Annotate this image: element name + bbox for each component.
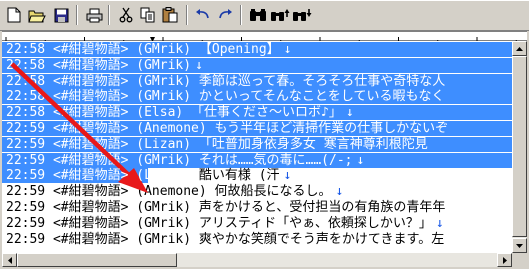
log-line[interactable]: 22:59 <#紺碧物語> (GMrik) 声をかけると、受付担当の有角族の青年…: [2, 200, 445, 215]
paste-button[interactable]: [160, 6, 180, 24]
toolbar-separator: [186, 5, 188, 25]
log-line-text: 22:58 <#紺碧物語> (GMrik) かといってそんなことをしている暇もな…: [6, 89, 445, 105]
log-line-text: 22:58 <#紺碧物語> (GMrik) 季節は巡って春。そろそろ仕事や奇特な…: [6, 73, 446, 89]
line-end-marker: ↓: [283, 42, 292, 57]
copy-icon: [140, 7, 155, 23]
horizontal-scrollbar[interactable]: [2, 253, 512, 267]
print-button[interactable]: [84, 6, 104, 24]
log-line[interactable]: 22:58 <#紺碧物語> (GMrik) 【Opening】 ↓: [2, 42, 512, 57]
log-line-text: 22:59 <#紺碧物語> (GMrik) 爽やかな笑顔でそう声をかけてきます。…: [6, 231, 445, 247]
paste-icon: [162, 7, 178, 23]
log-line-text: 22:59 <#紺碧物語> (GMrik) 声をかけると、受付担当の有角族の青年…: [6, 200, 446, 215]
horizontal-scroll-thumb[interactable]: [17, 253, 177, 267]
cut-button[interactable]: [116, 6, 136, 24]
toolbar-separator: [76, 5, 78, 25]
scrollbar-corner: [512, 253, 527, 267]
find-prev-button[interactable]: [292, 6, 312, 24]
scissors-icon: [119, 7, 133, 23]
log-line[interactable]: 22:58 <#紺碧物語> (Elsa) 「仕事くださ～いロボ♪」 ↓: [2, 105, 512, 121]
line-end-marker: ↓: [283, 168, 292, 184]
log-line-text: 22:58 <#紺碧物語> (GMrik): [6, 57, 192, 73]
log-line[interactable]: 22:59 <#紺碧物語> (GMrik) それは……気の毒に……(/-; ↓: [2, 152, 512, 168]
line-end-marker: ↓: [195, 57, 203, 73]
scroll-up-button[interactable]: [512, 41, 527, 56]
new-file-button[interactable]: [4, 6, 24, 24]
scroll-right-button[interactable]: [497, 253, 512, 267]
log-line[interactable]: 22:59 <#紺碧物語> (GMrik) アリスティド「やぁ、依頼探しかい？」…: [2, 216, 444, 231]
line-end-marker: ↓: [335, 184, 344, 200]
copy-button[interactable]: [138, 6, 158, 24]
log-line-text: 22:59 <#紺碧物語> (Anemone) 何故船長になるし。: [6, 184, 332, 200]
log-line[interactable]: 22:59 <#紺碧物語> (Anemone) もう半年ほど清掃作業の仕事しかな…: [2, 121, 512, 136]
undo-icon: [196, 9, 209, 19]
line-end-marker: ↓: [435, 215, 444, 231]
scroll-down-button[interactable]: [512, 238, 527, 253]
line-end-marker: ↓: [345, 105, 354, 121]
open-folder-button[interactable]: [27, 6, 47, 24]
log-line[interactable]: 22:58 <#紺碧物語> (GMrik) ↓: [2, 57, 512, 73]
find-button[interactable]: [248, 6, 268, 24]
column-ruler: [2, 31, 527, 46]
arrow-right-icon: [502, 256, 507, 264]
scroll-left-button[interactable]: [2, 253, 17, 267]
redo-button[interactable]: [215, 6, 235, 24]
toolbar: [0, 0, 529, 31]
vertical-scroll-thumb[interactable]: [512, 56, 527, 237]
arrow-left-icon: [7, 256, 12, 264]
log-line-text: 22:59 <#紺碧物語> (GMrik) アリスティド「やぁ、依頼探しかい？」: [6, 215, 432, 231]
undo-button[interactable]: [193, 6, 213, 24]
log-line[interactable]: 22:59 <#紺碧物語> (Lizan) 酷い有様 (汗 ↓: [2, 168, 292, 184]
arrow-down-icon: [516, 243, 523, 248]
log-line-text: 22:59 <#紺碧物語> (Anemone) もう半年ほど清掃作業の仕事しかな…: [6, 121, 449, 136]
log-line[interactable]: 22:59 <#紺碧物語> (Lizan) 「吐普加身依身多女 寒言神尊利根陀見: [2, 136, 512, 152]
toolbar-separator: [108, 5, 110, 25]
new-file-icon: [7, 7, 21, 23]
printer-icon: [86, 8, 102, 22]
log-line-text: 22:59 <#紺碧物語> (Lizan) 酷い有様 (汗: [6, 168, 280, 184]
log-line[interactable]: 22:59 <#紺碧物語> (Anemone) 何故船長になるし。 ↓: [2, 184, 343, 199]
log-line[interactable]: 22:59 <#紺碧物語> (GMrik) 爽やかな笑顔でそう声をかけてきます。…: [2, 232, 444, 247]
open-folder-icon: [28, 10, 46, 22]
log-line[interactable]: 22:58 <#紺碧物語> (GMrik) かといってそんなことをしている暇もな…: [2, 89, 512, 105]
text-editor[interactable]: 22:58 <#紺碧物語> (GMrik) 【Opening】 ↓ 22:58 <#…: [2, 41, 512, 253]
binoculars-up-icon: [271, 9, 290, 21]
log-line-text: 22:58 <#紺碧物語> (Elsa) 「仕事くださ～いロボ♪」: [6, 105, 342, 121]
redo-icon: [219, 9, 232, 19]
binoculars-icon: [250, 9, 266, 21]
log-line[interactable]: 22:58 <#紺碧物語> (GMrik) 季節は巡って春。そろそろ仕事や奇特な…: [2, 73, 512, 89]
save-icon: [54, 8, 68, 22]
find-next-button[interactable]: [270, 6, 290, 24]
log-line-text: 22:59 <#紺碧物語> (GMrik) それは……気の毒に……(/-;: [6, 152, 353, 168]
vertical-scrollbar[interactable]: [512, 41, 527, 253]
save-button[interactable]: [51, 6, 71, 24]
arrow-up-icon: [516, 46, 523, 51]
log-line-text: 22:59 <#紺碧物語> (Lizan) 「吐普加身依身多女 寒言神尊利根陀見: [6, 136, 428, 152]
toolbar-separator: [240, 5, 242, 25]
binoculars-down-icon: [293, 9, 312, 21]
log-line-text: 22:58 <#紺碧物語> (GMrik) 【Opening】: [6, 42, 280, 57]
line-end-marker: ↓: [356, 152, 365, 168]
